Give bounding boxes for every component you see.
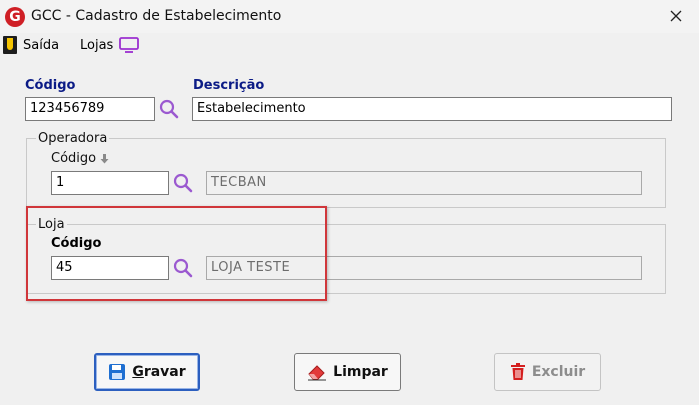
menu-item-saida[interactable]: Saída [3,33,59,57]
excluir-button[interactable]: Excluir [494,353,601,391]
eraser-icon [308,365,327,381]
search-codigo-icon[interactable] [158,98,180,120]
app-logo-icon: G [5,7,25,27]
title-bar: G GCC - Cadastro de Estabelecimento [0,0,699,33]
gravar-label-rest: ravar [143,364,186,380]
gravar-button[interactable]: Gravar [94,353,200,391]
operadora-group-title: Operadora [36,131,110,146]
codigo-label: Código [25,78,76,93]
search-operadora-icon[interactable] [172,172,194,194]
codigo-input[interactable]: 123456789 [25,97,155,121]
excluir-label: Excluir [531,364,586,380]
operadora-codigo-label: Código [51,151,109,166]
sort-down-arrow-icon [100,153,109,163]
menu-lojas-label: Lojas [80,37,114,53]
menu-item-lojas[interactable]: Lojas [80,33,140,57]
limpar-button[interactable]: Limpar [294,353,401,391]
menu-saida-label: Saída [23,37,60,53]
operadora-codigo-text: Código [51,151,97,166]
close-icon [670,10,682,22]
highlight-box [26,206,327,301]
descricao-input[interactable]: Estabelecimento [192,97,672,121]
exit-door-icon [3,36,17,54]
floppy-disk-icon [109,364,126,380]
close-button[interactable] [653,0,699,33]
menu-bar: Saída Lojas [0,33,699,57]
operadora-codigo-input[interactable]: 1 [51,171,169,195]
monitor-icon [119,37,140,53]
limpar-label: Limpar [333,364,388,380]
gravar-mnemonic: G [132,364,144,380]
operadora-nome-field: TECBAN [206,171,642,195]
trash-icon [510,363,525,380]
gravar-label: Gravar [132,364,185,380]
descricao-label: Descrição [193,78,265,93]
window-title: GCC - Cadastro de Estabelecimento [31,8,282,24]
